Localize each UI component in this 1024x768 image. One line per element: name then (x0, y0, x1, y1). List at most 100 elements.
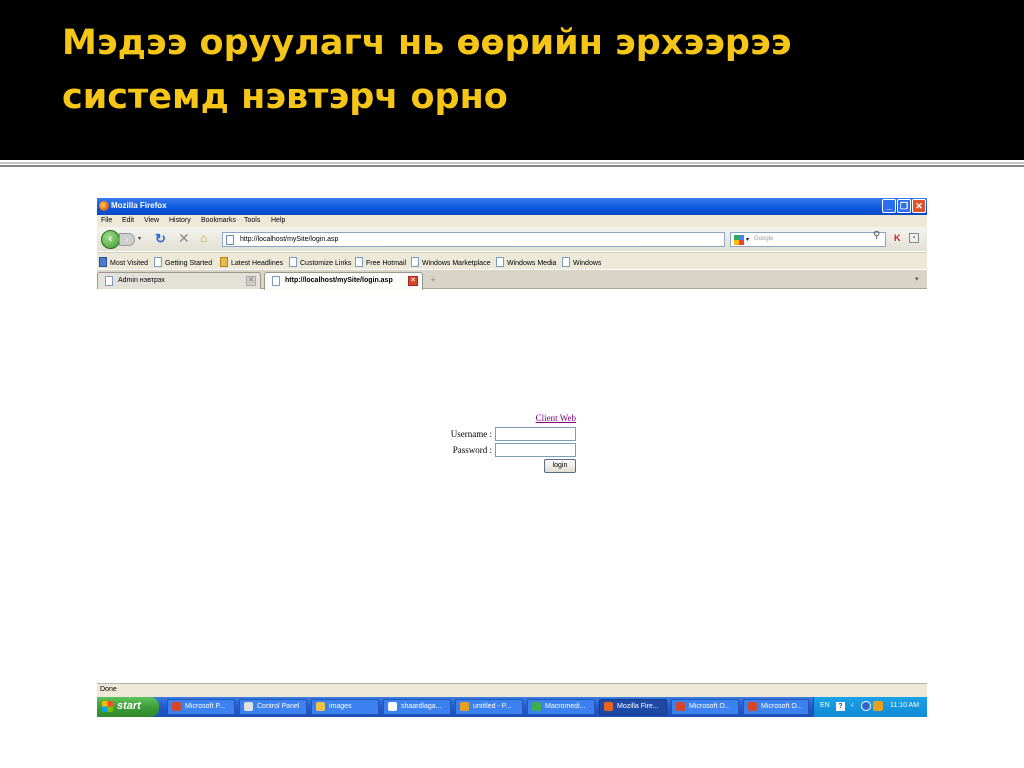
stop-icon[interactable]: ✕ (178, 230, 190, 247)
search-box[interactable]: ▾ Google (730, 232, 886, 247)
page-icon (272, 276, 280, 286)
bookmark-most-visited[interactable]: Most Visited (99, 257, 148, 267)
firefox-icon (99, 201, 109, 211)
tray-expand-icon[interactable]: ‹ (851, 700, 854, 709)
tab-close-icon[interactable]: ✕ (246, 276, 256, 286)
tab-admin-login[interactable]: Admin нэвтрэх ✕ (97, 272, 261, 289)
status-text: Done (100, 686, 117, 693)
taskbar-item-label: Macromedi... (545, 703, 586, 710)
tab-label: Admin нэвтрэх (118, 277, 165, 284)
close-button[interactable]: ✕ (912, 199, 926, 213)
new-tab-icon[interactable]: + (425, 275, 441, 285)
page-icon (289, 257, 297, 267)
menu-help[interactable]: Help (271, 217, 285, 224)
start-button[interactable]: start (97, 697, 159, 717)
menu-view[interactable]: View (144, 217, 159, 224)
taskbar-item[interactable]: Macromedi... (527, 699, 595, 715)
slide-title: Мэдээ оруулагч нь өөрийн эрхээрээ систем… (62, 23, 792, 117)
page-icon (411, 257, 419, 267)
page-content: Client Web Username : Password : login (97, 290, 927, 682)
bookmark-label: Latest Headlines (231, 260, 284, 267)
taskbar-item[interactable]: images (311, 699, 379, 715)
reload-icon[interactable]: ↻ (155, 231, 166, 247)
taskbar-item[interactable]: Microsoft O... (671, 699, 739, 715)
page-icon (105, 276, 113, 286)
bookmark-getting-started[interactable]: Getting Started (154, 257, 212, 267)
bookmark-windows-marketplace[interactable]: Windows Marketplace (411, 257, 490, 267)
system-tray: EN ? ‹ 11:10 AM (813, 697, 927, 717)
menu-edit[interactable]: Edit (122, 217, 134, 224)
taskbar-item-label: Control Panel (257, 703, 300, 710)
menu-tools[interactable]: Tools (244, 217, 260, 224)
tab-label: http://localhost/mySite/login.asp (285, 277, 393, 284)
bookmarks-toolbar: Most Visited Getting Started Latest Head… (97, 252, 927, 269)
taskbar-item-label: Microsoft O... (689, 703, 731, 710)
status-bar: Done (97, 683, 927, 697)
history-dropdown-icon[interactable]: ▾ (138, 235, 141, 242)
rss-folder-icon (220, 257, 228, 267)
bookmark-customize-links[interactable]: Customize Links (289, 257, 351, 267)
menu-file[interactable]: File (101, 217, 112, 224)
taskbar-item-label: shaardlaga... (401, 703, 442, 710)
window-titlebar[interactable]: Mozilla Firefox _ ❐ ✕ (97, 198, 927, 215)
forward-button[interactable]: › (119, 233, 135, 246)
powerpoint-icon (172, 702, 181, 711)
addon-menu-icon[interactable]: ▪ (909, 233, 919, 243)
username-input[interactable] (495, 427, 576, 441)
document-icon (388, 702, 397, 711)
help-icon[interactable]: ? (836, 702, 845, 711)
username-label: Username : (450, 429, 492, 439)
client-web-link[interactable]: Client Web (536, 413, 576, 423)
bookmark-windows[interactable]: Windows (562, 257, 601, 267)
slide-divider (0, 162, 1024, 164)
addon-icon[interactable]: K (894, 233, 901, 243)
menu-history[interactable]: History (169, 217, 191, 224)
control-panel-icon (244, 702, 253, 711)
tab-list-icon[interactable]: ▾ (915, 275, 919, 283)
window-title: Mozilla Firefox (111, 201, 167, 210)
page-icon (562, 257, 570, 267)
taskbar-item-active[interactable]: Mozilla Fire... (599, 699, 667, 715)
taskbar-item-label: Mozilla Fire... (617, 703, 659, 710)
taskbar-item-label: untitled - P... (473, 703, 512, 710)
password-input[interactable] (495, 443, 576, 457)
taskbar-item[interactable]: untitled - P... (455, 699, 523, 715)
maximize-button[interactable]: ❐ (897, 199, 911, 213)
tab-login-page[interactable]: http://localhost/mySite/login.asp ✕ (264, 272, 423, 290)
password-label: Password : (452, 445, 492, 455)
taskbar-item[interactable]: shaardlaga... (383, 699, 451, 715)
bookmark-label: Windows Marketplace (422, 260, 491, 267)
address-bar[interactable]: http://localhost/mySite/login.asp ☆ ▾ (222, 232, 845, 247)
bookmark-latest-headlines[interactable]: Latest Headlines (220, 257, 283, 267)
taskbar-item[interactable]: Microsoft O... (743, 699, 809, 715)
google-icon[interactable] (734, 235, 744, 245)
office-icon (676, 702, 685, 711)
taskbar-item[interactable]: Control Panel (239, 699, 307, 715)
firefox-icon (604, 702, 613, 711)
bookmark-label: Windows (573, 260, 602, 267)
volume-icon[interactable] (873, 701, 883, 711)
tab-strip: Admin нэвтрэх ✕ http://localhost/mySite/… (97, 270, 927, 290)
bookmark-label: Getting Started (165, 260, 213, 267)
language-indicator[interactable]: EN (820, 702, 830, 709)
login-button[interactable]: login (544, 459, 576, 473)
menu-bookmarks[interactable]: Bookmarks (201, 217, 236, 224)
minimize-button[interactable]: _ (882, 199, 896, 213)
taskbar-item-label: Microsoft O... (761, 703, 803, 710)
network-icon[interactable] (861, 701, 871, 711)
taskbar-item[interactable]: Microsoft P... (167, 699, 235, 715)
folder-icon (316, 702, 325, 711)
tab-close-icon[interactable]: ✕ (408, 276, 418, 286)
clock[interactable]: 11:10 AM (890, 702, 919, 709)
search-placeholder: Google (754, 236, 774, 242)
bookmark-label: Free Hotmail (366, 260, 407, 267)
page-icon (154, 257, 162, 267)
url-text: http://localhost/mySite/login.asp (240, 236, 339, 243)
bookmark-free-hotmail[interactable]: Free Hotmail (355, 257, 406, 267)
search-icon[interactable]: ⚲ (873, 230, 880, 241)
home-icon[interactable]: ⌂ (200, 231, 207, 245)
bookmark-windows-media[interactable]: Windows Media (496, 257, 556, 267)
macromedia-icon (532, 702, 541, 711)
search-engine-dropdown-icon[interactable]: ▾ (746, 236, 749, 243)
back-button[interactable]: ‹ (101, 230, 120, 249)
